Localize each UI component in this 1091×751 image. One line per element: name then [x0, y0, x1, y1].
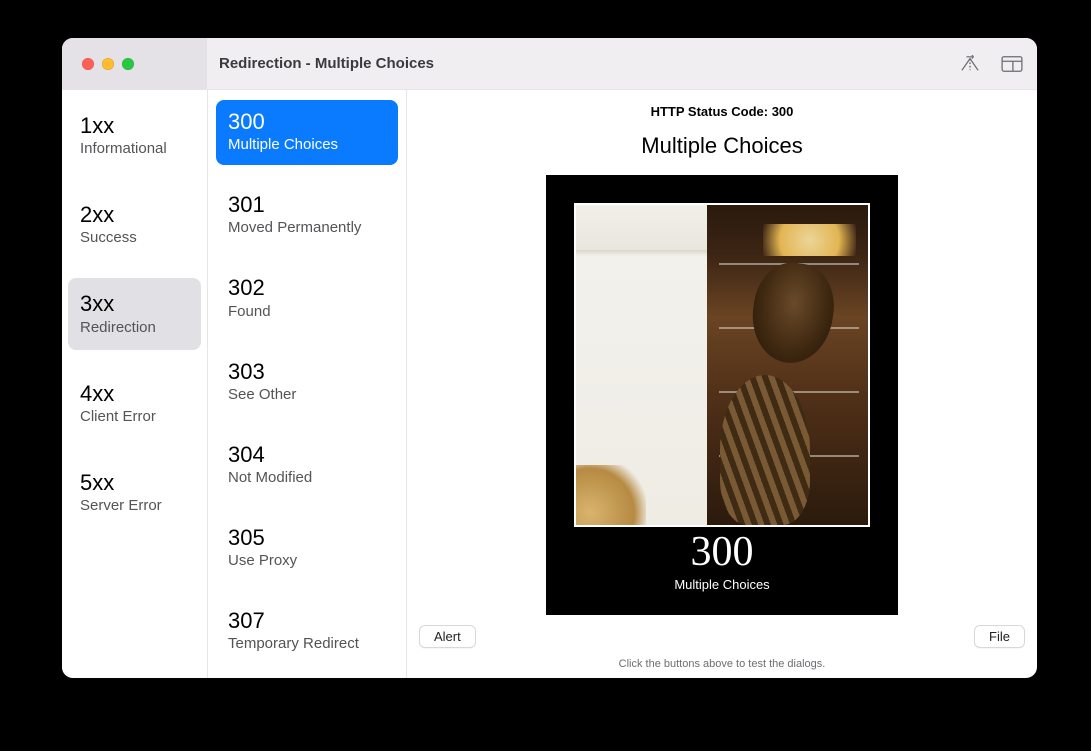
- category-label: Redirection: [80, 319, 189, 336]
- fullscreen-window-button[interactable]: [122, 58, 134, 70]
- category-code: 3xx: [80, 292, 189, 316]
- subcode-label: Not Modified: [228, 469, 386, 486]
- category-item-3xx[interactable]: 3xx Redirection: [68, 278, 201, 349]
- subcode-label: Moved Permanently: [228, 219, 386, 236]
- category-item-2xx[interactable]: 2xx Success: [68, 189, 201, 260]
- alert-button[interactable]: Alert: [419, 625, 476, 648]
- subcode-label: Found: [228, 303, 386, 320]
- category-code: 2xx: [80, 203, 189, 227]
- subcode-item-301[interactable]: 301 Moved Permanently: [216, 183, 398, 248]
- subcode-item-302[interactable]: 302 Found: [216, 266, 398, 331]
- subcode-item-303[interactable]: 303 See Other: [216, 350, 398, 415]
- subcode-item-307[interactable]: 307 Temporary Redirect: [216, 599, 398, 664]
- category-code: 4xx: [80, 382, 189, 406]
- subcode-code: 304: [228, 443, 386, 467]
- subcode-label: Multiple Choices: [228, 136, 386, 153]
- window-title: Redirection - Multiple Choices: [207, 55, 434, 72]
- subcode-label: Use Proxy: [228, 552, 386, 569]
- status-poster: 300 Multiple Choices: [546, 175, 898, 615]
- category-code: 5xx: [80, 471, 189, 495]
- category-sidebar: 1xx Informational 2xx Success 3xx Redirection…: [62, 90, 207, 678]
- category-item-5xx[interactable]: 5xx Server Error: [68, 457, 201, 528]
- dialog-button-row: Alert File: [419, 625, 1025, 648]
- detail-status-heading: HTTP Status Code: 300: [651, 104, 794, 119]
- subcode-sidebar: 300Multiple Choices301Moved Permanently3…: [207, 90, 407, 678]
- content-body: 1xx Informational 2xx Success 3xx Redirection…: [62, 90, 1037, 678]
- subcode-code: 307: [228, 609, 386, 633]
- detail-status-name: Multiple Choices: [641, 133, 802, 159]
- subcode-code: 303: [228, 360, 386, 384]
- window-controls: [62, 58, 207, 70]
- subcode-code: 305: [228, 526, 386, 550]
- category-label: Success: [80, 229, 189, 246]
- poster-caption: Multiple Choices: [674, 577, 769, 592]
- subcode-code: 300: [228, 110, 386, 134]
- mirror-icon[interactable]: [959, 53, 981, 75]
- category-label: Client Error: [80, 408, 189, 425]
- subcode-item-304[interactable]: 304 Not Modified: [216, 433, 398, 498]
- minimize-window-button[interactable]: [102, 58, 114, 70]
- app-window: Redirection - Multiple Choices 1xx Inform…: [62, 38, 1037, 678]
- poster-number: 300: [691, 531, 754, 573]
- category-label: Server Error: [80, 497, 189, 514]
- layout-icon[interactable]: [1001, 53, 1023, 75]
- close-window-button[interactable]: [82, 58, 94, 70]
- category-item-1xx[interactable]: 1xx Informational: [68, 100, 201, 171]
- poster-photo: [574, 203, 870, 527]
- detail-pane: HTTP Status Code: 300 Multiple Choices 3…: [407, 90, 1037, 678]
- subcode-code: 302: [228, 276, 386, 300]
- toolbar-right: [959, 38, 1023, 89]
- category-item-4xx[interactable]: 4xx Client Error: [68, 368, 201, 439]
- subcode-label: See Other: [228, 386, 386, 403]
- subcode-label: Temporary Redirect: [228, 635, 386, 652]
- category-code: 1xx: [80, 114, 189, 138]
- file-button[interactable]: File: [974, 625, 1025, 648]
- subcode-code: 301: [228, 193, 386, 217]
- category-label: Informational: [80, 140, 189, 157]
- titlebar: Redirection - Multiple Choices: [62, 38, 1037, 90]
- subcode-item-300[interactable]: 300 Multiple Choices: [216, 100, 398, 165]
- subcode-item-305[interactable]: 305 Use Proxy: [216, 516, 398, 581]
- dialog-hint: Click the buttons above to test the dial…: [407, 658, 1037, 670]
